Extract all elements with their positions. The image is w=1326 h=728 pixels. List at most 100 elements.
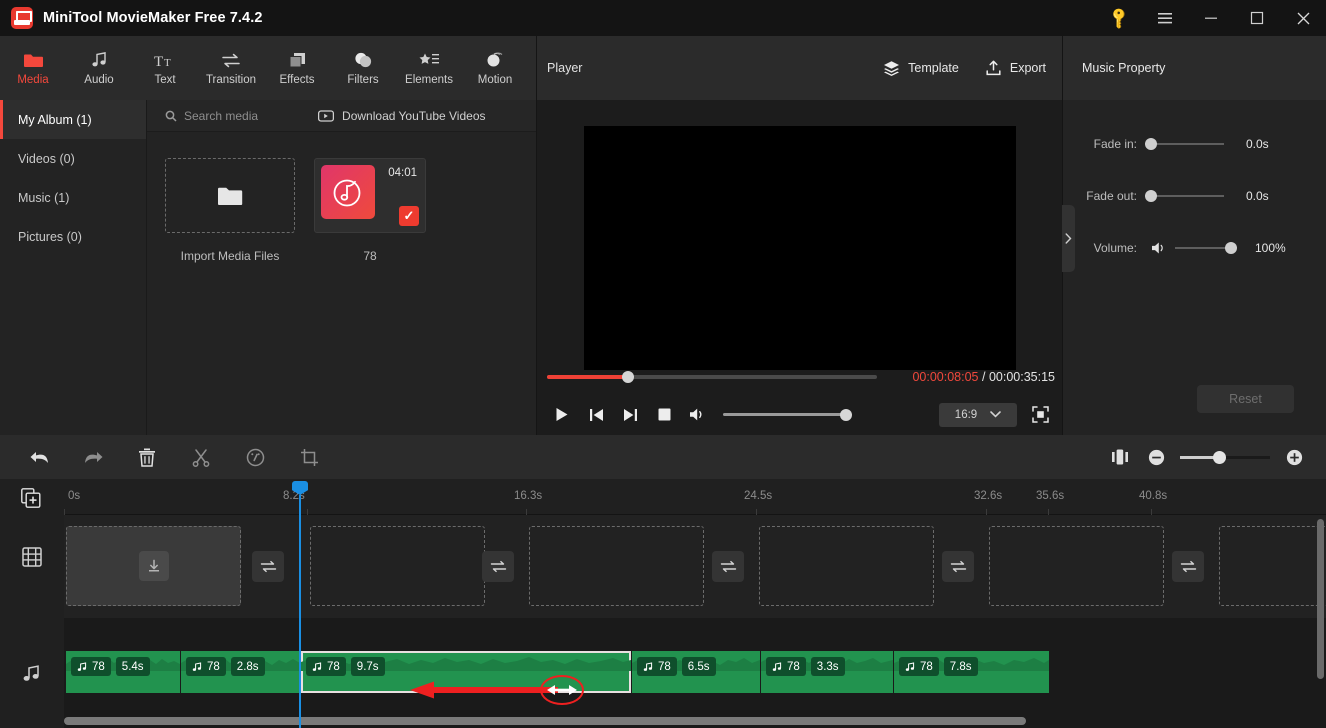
zoom-handle[interactable] bbox=[1213, 450, 1226, 464]
seek-handle[interactable] bbox=[622, 371, 634, 383]
import-media-button[interactable] bbox=[165, 158, 295, 233]
tab-transition[interactable]: Transition bbox=[198, 36, 264, 100]
audio-track-lane[interactable]: 78 5.4s 78 2.8s 78 9.7s 78 6.5s 78 3.3s … bbox=[64, 618, 1326, 718]
album-music[interactable]: Music (1) bbox=[0, 178, 146, 217]
album-videos[interactable]: Videos (0) bbox=[0, 139, 146, 178]
video-track-lane[interactable] bbox=[64, 515, 1326, 618]
volume-button[interactable] bbox=[681, 398, 715, 432]
speaker-icon[interactable] bbox=[1149, 241, 1169, 255]
volume-handle[interactable] bbox=[840, 408, 852, 421]
media-selected-checkbox[interactable]: ✓ bbox=[399, 206, 419, 226]
play-button[interactable] bbox=[545, 398, 579, 432]
download-icon[interactable] bbox=[138, 551, 169, 581]
minimize-button[interactable] bbox=[1188, 0, 1234, 36]
tab-effects[interactable]: Effects bbox=[264, 36, 330, 100]
download-youtube-button[interactable]: Download YouTube Videos bbox=[318, 109, 486, 123]
license-key-button[interactable]: 🔑 bbox=[1096, 0, 1142, 36]
tab-motion[interactable]: Motion bbox=[462, 36, 528, 100]
music-circle-icon bbox=[333, 179, 361, 207]
speaker-icon bbox=[690, 408, 702, 421]
property-body: Fade in: 0.0s Fade out: 0.0s Volume: 100… bbox=[1063, 100, 1326, 274]
fade-in-handle[interactable] bbox=[1145, 138, 1157, 150]
audio-clip-badges: 78 2.8s bbox=[186, 657, 265, 676]
speed-button[interactable] bbox=[236, 435, 274, 479]
crop-button[interactable] bbox=[290, 435, 328, 479]
transition-slot-button[interactable] bbox=[1172, 551, 1204, 582]
panel-collapse-button[interactable] bbox=[1062, 205, 1075, 272]
property-header: Music Property bbox=[1063, 36, 1326, 100]
audio-clip[interactable]: 78 2.8s bbox=[181, 651, 300, 693]
video-preview[interactable] bbox=[584, 126, 1016, 370]
tab-text[interactable]: TT Text bbox=[132, 36, 198, 100]
previous-frame-button[interactable] bbox=[579, 398, 613, 432]
menu-button[interactable] bbox=[1142, 0, 1188, 36]
template-button[interactable]: Template bbox=[883, 60, 959, 76]
split-button[interactable] bbox=[182, 435, 220, 479]
zoom-out-button[interactable] bbox=[1138, 435, 1174, 479]
video-clip-placeholder[interactable] bbox=[989, 526, 1164, 606]
tab-media[interactable]: Media bbox=[0, 36, 66, 100]
next-frame-button[interactable] bbox=[613, 398, 647, 432]
audio-clip-duration: 6.5s bbox=[687, 660, 710, 673]
transition-slot-button[interactable] bbox=[942, 551, 974, 582]
audio-clip-name: 78 bbox=[787, 660, 800, 673]
delete-button[interactable] bbox=[128, 435, 166, 479]
album-my-album[interactable]: My Album (1) bbox=[0, 100, 146, 139]
zoom-in-button[interactable] bbox=[1276, 435, 1312, 479]
fade-out-slider[interactable] bbox=[1145, 190, 1224, 202]
ruler-tick: 0s bbox=[68, 490, 81, 502]
transition-slot-button[interactable] bbox=[252, 551, 284, 582]
maximize-button[interactable] bbox=[1234, 0, 1280, 36]
aspect-ratio-select[interactable]: 16:9 bbox=[939, 402, 1017, 427]
volume-slider[interactable] bbox=[1175, 242, 1237, 254]
timeline-horizontal-scrollbar[interactable] bbox=[64, 717, 1322, 725]
volume-handle[interactable] bbox=[1225, 242, 1237, 254]
audio-clip-badges: 78 3.3s bbox=[766, 657, 845, 676]
tab-elements[interactable]: Elements bbox=[396, 36, 462, 100]
video-clip-placeholder[interactable] bbox=[1219, 526, 1326, 606]
tab-filters[interactable]: Filters bbox=[330, 36, 396, 100]
video-clip-placeholder[interactable] bbox=[310, 526, 485, 606]
timeline-vertical-scrollbar[interactable] bbox=[1317, 519, 1324, 699]
search-input[interactable]: Search media bbox=[165, 109, 258, 123]
audio-clip[interactable]: 78 6.5s bbox=[632, 651, 760, 693]
seek-slider[interactable] bbox=[547, 371, 877, 383]
audio-clip[interactable]: 78 7.8s bbox=[894, 651, 1049, 693]
fullscreen-button[interactable] bbox=[1025, 400, 1055, 430]
timeline-ruler[interactable]: 0s 8.2s 16.3s 24.5s 32.6s 35.6s 40.8s bbox=[64, 479, 1326, 515]
audio-clip-name-badge: 78 bbox=[899, 657, 939, 676]
music-note-icon bbox=[90, 50, 108, 70]
redo-button[interactable] bbox=[74, 435, 112, 479]
fit-timeline-button[interactable] bbox=[1102, 435, 1138, 479]
audio-clip-selected[interactable]: 78 9.7s bbox=[301, 651, 631, 693]
audio-clip-duration-badge: 5.4s bbox=[115, 657, 150, 676]
scrollbar-thumb[interactable] bbox=[1317, 519, 1324, 679]
scrollbar-thumb[interactable] bbox=[64, 717, 1026, 725]
transition-slot-button[interactable] bbox=[482, 551, 514, 582]
audio-clip[interactable]: 78 3.3s bbox=[761, 651, 893, 693]
fade-out-handle[interactable] bbox=[1145, 190, 1157, 202]
export-button[interactable]: Export bbox=[985, 60, 1046, 76]
key-icon: 🔑 bbox=[1106, 5, 1132, 31]
undo-button[interactable] bbox=[20, 435, 58, 479]
close-button[interactable] bbox=[1280, 0, 1326, 36]
scissors-icon bbox=[192, 448, 210, 467]
redo-arrow-icon bbox=[84, 451, 102, 463]
fade-in-slider[interactable] bbox=[1145, 138, 1224, 150]
stop-button[interactable] bbox=[647, 398, 681, 432]
playhead[interactable] bbox=[299, 495, 301, 728]
transition-slot-button[interactable] bbox=[712, 551, 744, 582]
media-item-card[interactable]: 04:01 ✓ bbox=[314, 158, 426, 233]
audio-clip[interactable]: 78 5.4s bbox=[66, 651, 180, 693]
reset-button[interactable]: Reset bbox=[1197, 385, 1294, 413]
tab-audio[interactable]: Audio bbox=[66, 36, 132, 100]
video-clip-placeholder[interactable] bbox=[529, 526, 704, 606]
video-clip-placeholder[interactable] bbox=[759, 526, 934, 606]
add-media-button[interactable] bbox=[21, 488, 41, 513]
minimize-icon bbox=[1205, 17, 1217, 19]
zoom-out-icon bbox=[1148, 449, 1164, 465]
volume-slider[interactable] bbox=[723, 408, 852, 421]
zoom-slider[interactable] bbox=[1180, 450, 1270, 464]
album-pictures[interactable]: Pictures (0) bbox=[0, 217, 146, 256]
video-clip-placeholder[interactable] bbox=[66, 526, 241, 606]
